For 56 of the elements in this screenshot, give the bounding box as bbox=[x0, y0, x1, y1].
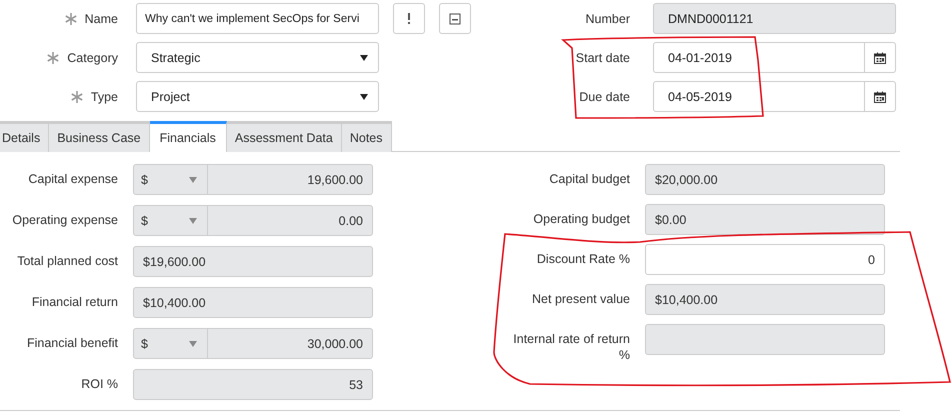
field-label: Due date bbox=[579, 90, 630, 104]
field-label: Financial benefit bbox=[26, 335, 118, 352]
field-label: Internal rate of return % bbox=[512, 331, 630, 363]
preview-button[interactable] bbox=[439, 3, 471, 34]
currency-select[interactable]: $ bbox=[133, 328, 208, 359]
calendar-icon bbox=[874, 52, 886, 64]
asterisk-icon bbox=[64, 12, 77, 24]
tab[interactable]: Financials bbox=[150, 121, 227, 152]
tab[interactable]: Business Case bbox=[49, 121, 150, 152]
amount-field[interactable]: 0.00 bbox=[208, 205, 373, 236]
caret-icon bbox=[360, 94, 368, 100]
caret-icon bbox=[189, 218, 197, 224]
field-label: Category bbox=[67, 50, 118, 64]
field-label: Number bbox=[586, 12, 630, 26]
amount-field[interactable]: $19,600.00 bbox=[133, 246, 373, 277]
calendar-button[interactable] bbox=[865, 81, 896, 112]
date-field[interactable]: 04-05-2019 bbox=[653, 81, 865, 112]
amount-field[interactable]: $20,000.00 bbox=[645, 164, 885, 195]
field-label: Capital expense bbox=[27, 171, 118, 188]
field-label: Name bbox=[84, 12, 118, 26]
info-icon bbox=[406, 12, 412, 24]
tab[interactable]: Details bbox=[0, 121, 50, 152]
amount-field[interactable]: 30,000.00 bbox=[208, 328, 373, 359]
amount-field[interactable]: $10,400.00 bbox=[133, 287, 373, 318]
select-field[interactable]: Project bbox=[136, 81, 379, 112]
currency-select[interactable]: $ bbox=[133, 164, 208, 195]
number-field[interactable]: 0 bbox=[645, 244, 885, 275]
field-label: Total planned cost bbox=[16, 253, 118, 270]
amount-field[interactable]: $0.00 bbox=[645, 204, 885, 235]
field-label: Net present value bbox=[531, 291, 630, 307]
currency-select[interactable]: $ bbox=[133, 205, 208, 236]
field-label: Capital budget bbox=[548, 171, 630, 187]
text-field[interactable]: DMND0001121 bbox=[653, 3, 896, 34]
field-label: Type bbox=[90, 90, 118, 104]
field-label: Financial return bbox=[30, 294, 118, 311]
calendar-button[interactable] bbox=[865, 42, 896, 73]
asterisk-icon bbox=[47, 52, 60, 64]
field-label: Operating budget bbox=[532, 211, 630, 227]
field-label: Start date bbox=[576, 50, 630, 64]
calendar-icon bbox=[874, 90, 886, 102]
tab[interactable]: Assessment Data bbox=[226, 121, 342, 152]
text-field[interactable]: Why can't we implement SecOps for Servi bbox=[136, 3, 379, 34]
field-label: Operating expense bbox=[11, 212, 118, 229]
select-field[interactable]: Strategic bbox=[136, 42, 379, 73]
caret-icon bbox=[360, 54, 368, 60]
amount-field[interactable]: 19,600.00 bbox=[208, 164, 373, 195]
amount-field[interactable]: $10,400.00 bbox=[645, 284, 885, 315]
caret-icon bbox=[189, 176, 197, 182]
asterisk-icon bbox=[70, 90, 83, 102]
tab[interactable]: Notes bbox=[342, 121, 392, 152]
field-label: ROI % bbox=[80, 376, 118, 393]
caret-icon bbox=[189, 340, 197, 346]
amount-field[interactable] bbox=[645, 324, 885, 355]
number-field[interactable]: 53 bbox=[133, 369, 373, 400]
field-label: Discount Rate % bbox=[536, 251, 630, 267]
date-field[interactable]: 04-01-2019 bbox=[653, 42, 865, 73]
